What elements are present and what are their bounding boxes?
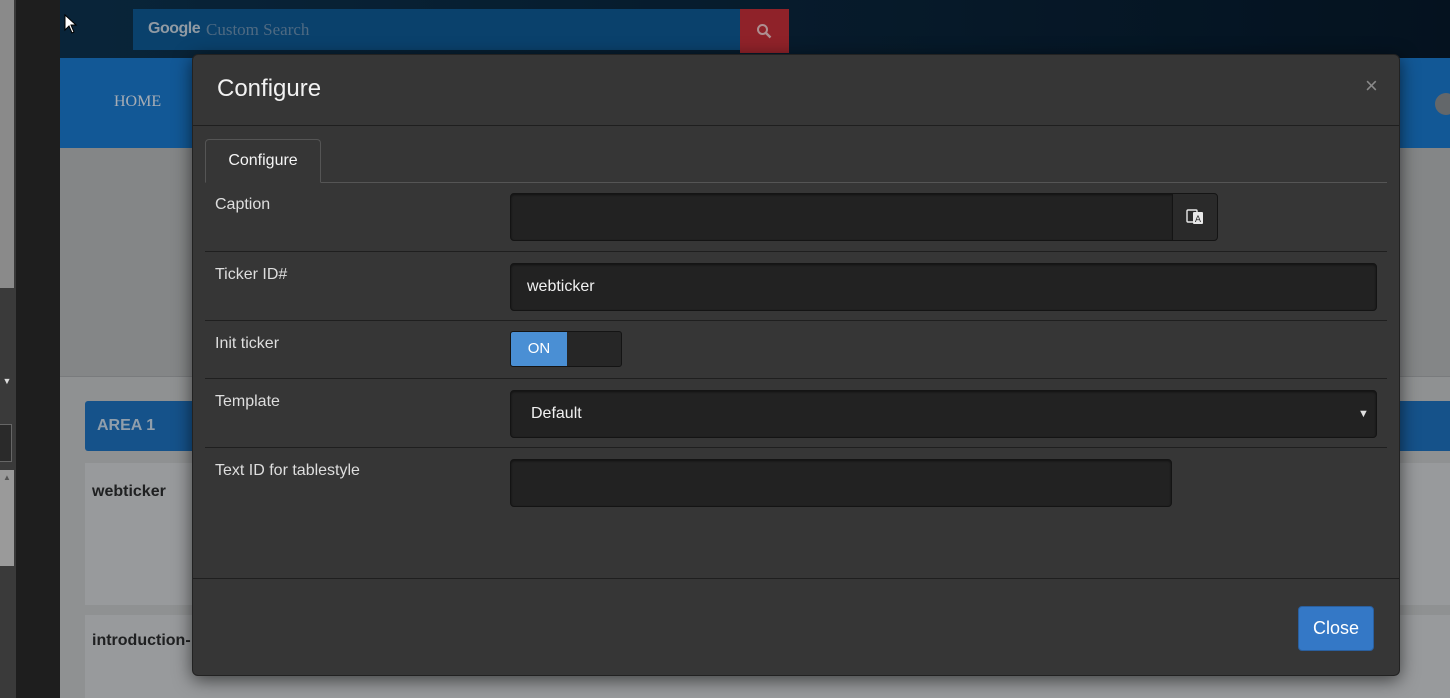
toggle-on-label: ON bbox=[511, 332, 567, 366]
scroll-down-arrow-icon[interactable]: ▼ bbox=[0, 372, 14, 390]
configure-modal: Configure × Configure Caption A Ticker I… bbox=[192, 54, 1400, 676]
caption-input[interactable] bbox=[510, 193, 1174, 241]
mouse-cursor-icon bbox=[64, 14, 78, 34]
caption-label: Caption bbox=[215, 196, 271, 213]
template-label: Template bbox=[215, 393, 280, 410]
translate-button[interactable]: A bbox=[1172, 193, 1218, 241]
left-scrollbar-thumb[interactable] bbox=[0, 0, 14, 288]
init-ticker-toggle[interactable]: ON bbox=[510, 331, 622, 367]
form-row-text-id: Text ID for tablestyle bbox=[205, 448, 1387, 528]
tab-bar: Configure bbox=[205, 139, 1387, 183]
form-row-caption: Caption A bbox=[205, 182, 1387, 252]
form-row-ticker-id: Ticker ID# webticker bbox=[205, 252, 1387, 321]
left-editor-strip: ▼ ▲ bbox=[0, 0, 60, 698]
close-icon[interactable]: × bbox=[1365, 73, 1378, 99]
modal-header: Configure × bbox=[193, 55, 1399, 126]
svg-text:A: A bbox=[1195, 215, 1202, 225]
text-id-input[interactable] bbox=[510, 459, 1172, 507]
form-row-init-ticker: Init ticker ON bbox=[205, 321, 1387, 379]
translate-icon: A bbox=[1186, 209, 1203, 225]
dropdown-arrow-icon: ▼ bbox=[1358, 408, 1369, 420]
scroll-up-arrow-icon[interactable]: ▲ bbox=[0, 470, 14, 486]
ticker-id-label: Ticker ID# bbox=[215, 266, 288, 283]
close-button[interactable]: Close bbox=[1298, 606, 1374, 651]
left-panel-box bbox=[0, 424, 12, 462]
text-id-label: Text ID for tablestyle bbox=[215, 462, 360, 479]
ticker-id-input[interactable]: webticker bbox=[510, 263, 1377, 311]
modal-title: Configure bbox=[217, 75, 322, 102]
form-row-template: Template Default ▼ bbox=[205, 379, 1387, 448]
tab-configure[interactable]: Configure bbox=[205, 139, 321, 183]
init-ticker-label: Init ticker bbox=[215, 335, 280, 352]
modal-footer: Close bbox=[193, 578, 1399, 675]
template-select[interactable]: Default bbox=[510, 390, 1377, 438]
